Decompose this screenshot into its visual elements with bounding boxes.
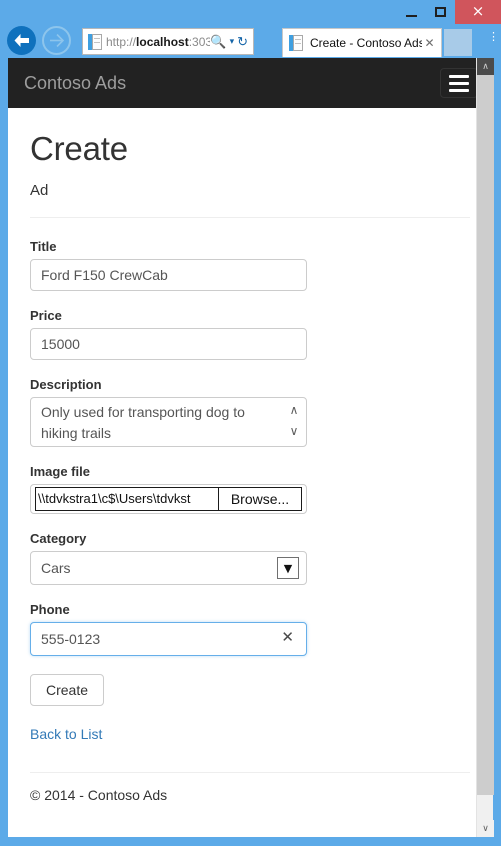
form-group-title: Title xyxy=(30,239,470,291)
close-window-button[interactable]: × xyxy=(455,0,501,24)
forward-arrow-icon xyxy=(50,34,64,47)
address-bar-icons: 🔍 ▾ ↻ xyxy=(210,35,250,48)
title-input[interactable] xyxy=(30,259,307,291)
category-label: Category xyxy=(30,531,87,546)
back-button[interactable] xyxy=(7,26,36,55)
window-controls: × xyxy=(397,0,501,24)
tab-create-contoso-ads[interactable]: Create - Contoso Ads ✕ xyxy=(282,28,442,57)
content-divider xyxy=(30,217,470,218)
scrollbar-down-icon[interactable]: ∨ xyxy=(477,820,494,837)
tab-title: Create - Contoso Ads xyxy=(310,36,422,50)
footer-divider xyxy=(30,772,470,773)
browser-window: × http://localhost:30351, 🔍 ▾ ↻ xyxy=(0,0,501,846)
description-textarea[interactable]: Only used for transporting dog to hiking… xyxy=(30,397,307,447)
price-input[interactable] xyxy=(30,328,307,360)
page-viewport: Contoso Ads Create Ad Title Price Descri… xyxy=(8,58,492,837)
category-selected-value: Cars xyxy=(41,560,71,576)
site-navbar: Contoso Ads xyxy=(8,58,492,108)
chevron-down-icon[interactable]: ▼ xyxy=(277,557,299,579)
minimize-button[interactable] xyxy=(397,0,426,24)
form-group-phone: Phone 555-0123 ✕ xyxy=(30,602,470,656)
page-scrollbar[interactable]: ∧ ∨ xyxy=(476,58,494,837)
scrollbar-thumb[interactable] xyxy=(477,75,494,795)
maximize-icon xyxy=(435,7,446,17)
page-favicon-icon xyxy=(88,33,102,50)
new-tab-button[interactable] xyxy=(444,29,472,56)
phone-label: Phone xyxy=(30,602,70,617)
minimize-icon xyxy=(406,14,417,17)
scrollbar-up-icon[interactable]: ∧ xyxy=(477,58,494,75)
submit-row: Create xyxy=(30,674,470,706)
form-group-description: Description Only used for transporting d… xyxy=(30,377,470,447)
phone-value: 555-0123 xyxy=(41,631,101,647)
refresh-icon[interactable]: ↻ xyxy=(237,35,248,48)
tab-strip: Create - Contoso Ads ✕ ⋮ xyxy=(258,24,501,58)
title-bar: × xyxy=(0,0,501,24)
phone-input[interactable]: 555-0123 ✕ xyxy=(30,622,307,656)
forward-button[interactable] xyxy=(42,26,71,55)
description-text: Only used for transporting dog to hiking… xyxy=(41,404,249,441)
form-group-image-file: Image file \\tdvkstra1\c$\Users\tdvkst B… xyxy=(30,464,470,514)
footer-text: © 2014 - Contoso Ads xyxy=(30,787,168,803)
tab-tools-icon[interactable]: ⋮ xyxy=(488,30,499,43)
price-label: Price xyxy=(30,308,62,323)
chevron-down-icon[interactable]: ▾ xyxy=(230,37,235,46)
image-file-input[interactable]: \\tdvkstra1\c$\Users\tdvkst Browse... xyxy=(30,484,307,514)
page-subtitle: Ad xyxy=(30,182,49,199)
create-button[interactable]: Create xyxy=(30,674,105,706)
address-bar[interactable]: http://localhost:30351, 🔍 ▾ ↻ xyxy=(82,28,254,55)
url-text: http://localhost:30351, xyxy=(106,34,211,49)
page-content: Create Ad Title Price Description Only u… xyxy=(8,130,492,803)
tab-favicon-icon xyxy=(289,35,303,51)
tab-close-icon[interactable]: ✕ xyxy=(422,36,437,50)
site-brand[interactable]: Contoso Ads xyxy=(24,73,126,94)
form-group-price: Price xyxy=(30,308,470,360)
page-title: Create xyxy=(30,130,128,167)
hamburger-menu-icon[interactable] xyxy=(440,68,478,98)
close-icon: × xyxy=(471,1,485,20)
back-to-list-link[interactable]: Back to List xyxy=(30,726,102,742)
maximize-button[interactable] xyxy=(426,0,455,24)
description-label: Description xyxy=(30,377,102,392)
back-arrow-icon xyxy=(14,34,29,47)
file-path-text[interactable]: \\tdvkstra1\c$\Users\tdvkst xyxy=(35,487,218,511)
clear-icon[interactable]: ✕ xyxy=(281,630,294,645)
scroll-up-icon[interactable]: ∧ xyxy=(286,404,302,416)
image-file-label: Image file xyxy=(30,464,90,479)
search-icon[interactable]: 🔍 xyxy=(210,35,226,48)
browse-button[interactable]: Browse... xyxy=(218,487,302,511)
title-label: Title xyxy=(30,239,57,254)
category-select[interactable]: Cars ▼ xyxy=(30,551,307,585)
scroll-down-icon[interactable]: ∨ xyxy=(286,425,302,437)
form-group-category: Category Cars ▼ xyxy=(30,531,470,585)
back-link-row: Back to List xyxy=(30,726,470,744)
